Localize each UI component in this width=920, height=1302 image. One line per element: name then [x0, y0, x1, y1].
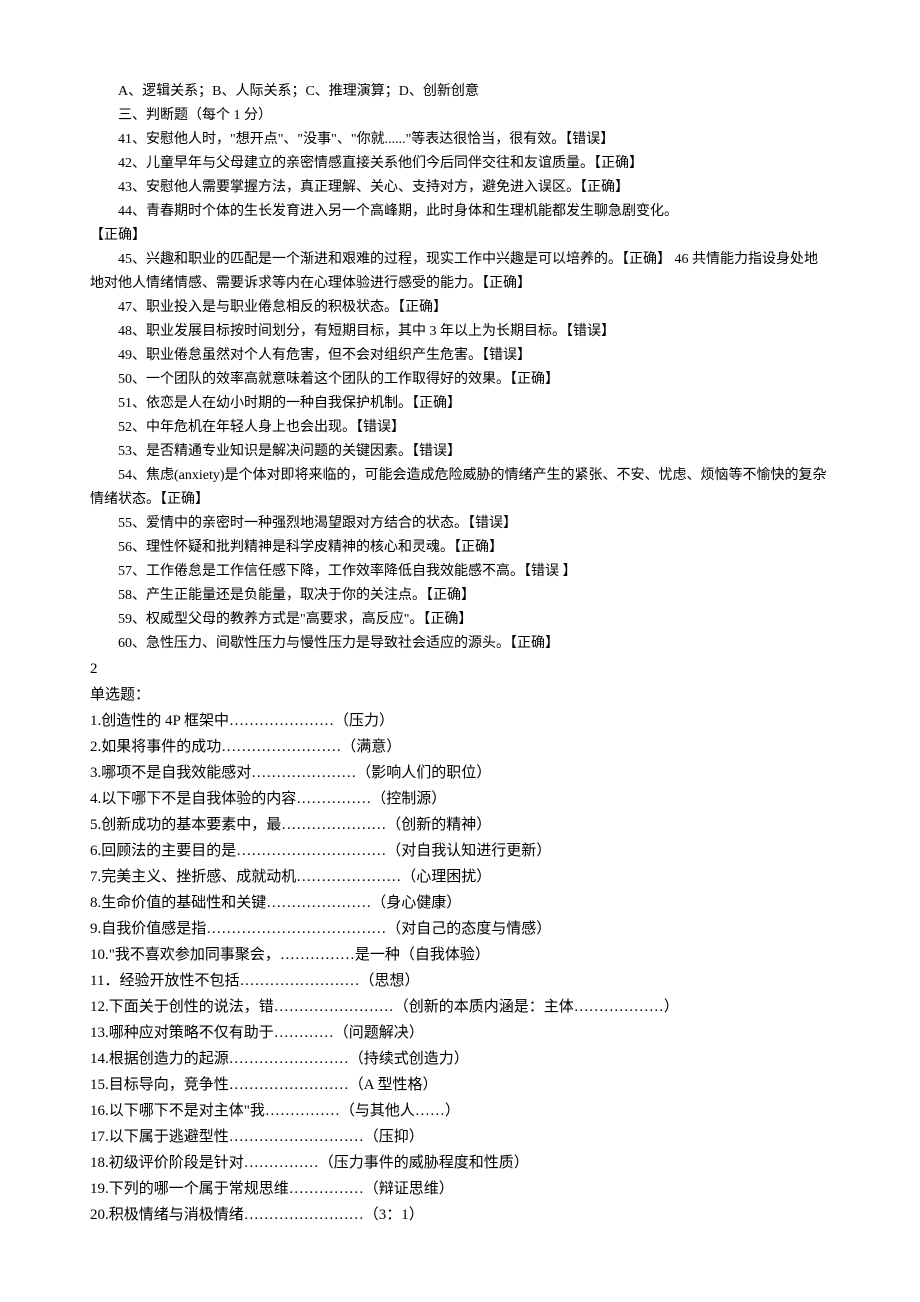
mc-question: 4.以下哪下不是自我体验的内容……………（控制源）: [90, 786, 830, 812]
judge-item: 55、爱情中的亲密时一种强烈地渴望跟对方结合的状态。【错误】: [90, 512, 830, 536]
judge-item: 51、依恋是人在幼小时期的一种自我保护机制。【正确】: [90, 392, 830, 416]
mc-question: 15.目标导向，竞争性……………………（A 型性格）: [90, 1072, 830, 1098]
mc-question: 11．经验开放性不包括……………………（思想）: [90, 968, 830, 994]
mc-options: A、逻辑关系；B、人际关系；C、推理演算；D、创新创意: [90, 80, 830, 104]
section2-heading: 单选题：: [90, 682, 830, 708]
judge-item: 47、职业投入是与职业倦怠相反的积极状态。【正确】: [90, 296, 830, 320]
judge-item: 44、青春期时个体的生长发育进入另一个高峰期，此时身体和生理机能都发生聊急剧变化…: [90, 200, 830, 224]
section2-number: 2: [90, 656, 830, 682]
mc-question: 19.下列的哪一个属于常规思维……………（辩证思维）: [90, 1176, 830, 1202]
judge-item: 59、权威型父母的教养方式是"高要求，高反应"。【正确】: [90, 608, 830, 632]
mc-question: 10."我不喜欢参加同事聚会，……………是一种（自我体验）: [90, 942, 830, 968]
mc-question: 14.根据创造力的起源……………………（持续式创造力）: [90, 1046, 830, 1072]
judge-item-54: 54、焦虑(anxiety)是个体对即将来临的，可能会造成危险威胁的情绪产生的紧…: [90, 464, 830, 512]
judge-item-45-46: 45、兴趣和职业的匹配是一个渐进和艰难的过程，现实工作中兴趣是可以培养的。【正确…: [90, 248, 830, 296]
mc-question: 12.下面关于创性的说法，错……………………（创新的本质内涵是：主体…………………: [90, 994, 830, 1020]
judge-item: 53、是否精通专业知识是解决问题的关键因素。【错误】: [90, 440, 830, 464]
mc-question: 17.以下属于逃避型性………………………（压抑）: [90, 1124, 830, 1150]
mc-question: 9.自我价值感是指………………………………（对自己的态度与情感）: [90, 916, 830, 942]
mc-question: 5.创新成功的基本要素中，最…………………（创新的精神）: [90, 812, 830, 838]
mc-question: 13.哪种应对策略不仅有助于…………（问题解决）: [90, 1020, 830, 1046]
judge-item: 52、中年危机在年轻人身上也会出现。【错误】: [90, 416, 830, 440]
section-heading-judgement: 三、判断题（每个 1 分）: [90, 104, 830, 128]
judge-item: 60、急性压力、间歇性压力与慢性压力是导致社会适应的源头。【正确】: [90, 632, 830, 656]
judge-item: 58、产生正能量还是负能量，取决于你的关注点。【正确】: [90, 584, 830, 608]
judge-item: 50、一个团队的效率高就意味着这个团队的工作取得好的效果。【正确】: [90, 368, 830, 392]
mc-question: 8.生命价值的基础性和关键…………………（身心健康）: [90, 890, 830, 916]
judge-item: 49、职业倦怠虽然对个人有危害，但不会对组织产生危害。【错误】: [90, 344, 830, 368]
judge-item: 48、职业发展目标按时间划分，有短期目标，其中 3 年以上为长期目标。【错误】: [90, 320, 830, 344]
mc-question: 16.以下哪下不是对主体"我……………（与其他人……）: [90, 1098, 830, 1124]
judge-item-tail: 【正确】: [90, 224, 830, 248]
judge-item: 56、理性怀疑和批判精神是科学皮精神的核心和灵魂。【正确】: [90, 536, 830, 560]
mc-question: 20.积极情绪与消极情绪……………………（3：1）: [90, 1202, 830, 1228]
judge-item: 57、工作倦怠是工作信任感下降，工作效率降低自我效能感不高。【错误 】: [90, 560, 830, 584]
mc-question: 7.完美主义、挫折感、成就动机…………………（心理困扰）: [90, 864, 830, 890]
judge-item: 41、安慰他人时，"想开点"、"没事"、"你就......"等表达很恰当，很有效…: [90, 128, 830, 152]
judge-item: 42、儿童早年与父母建立的亲密情感直接关系他们今后同伴交往和友谊质量。【正确】: [90, 152, 830, 176]
mc-question: 1.创造性的 4P 框架中…………………（压力）: [90, 708, 830, 734]
mc-question: 3.哪项不是自我效能感对…………………（影响人们的职位）: [90, 760, 830, 786]
mc-question: 18.初级评价阶段是针对……………（压力事件的威胁程度和性质）: [90, 1150, 830, 1176]
mc-question: 6.回顾法的主要目的是…………………………（对自我认知进行更新）: [90, 838, 830, 864]
mc-question: 2.如果将事件的成功……………………（满意）: [90, 734, 830, 760]
judge-item: 43、安慰他人需要掌握方法，真正理解、关心、支持对方，避免进入误区。【正确】: [90, 176, 830, 200]
